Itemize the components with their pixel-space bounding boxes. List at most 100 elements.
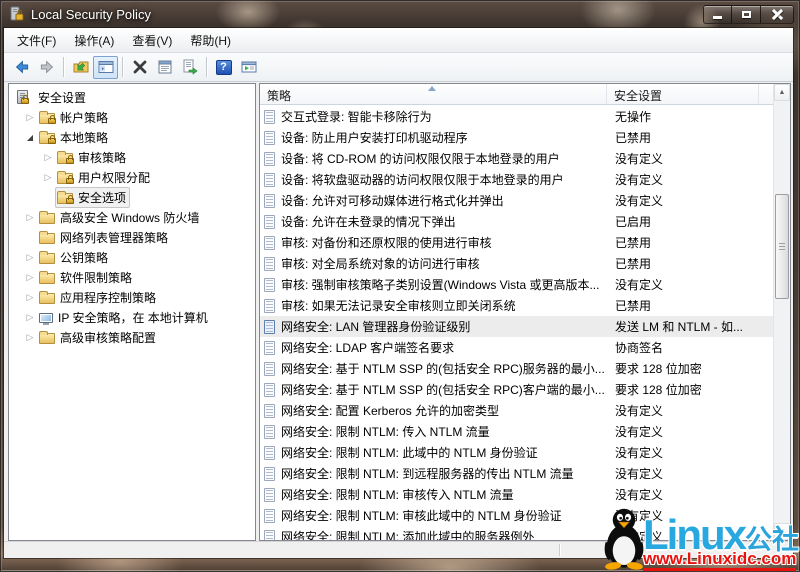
scrollbar-thumb[interactable] [775,194,789,299]
table-row[interactable]: 审核: 强制审核策略子类别设置(Windows Vista 或更高版本... 没… [260,274,773,295]
menu-item[interactable]: 操作(A) [65,29,123,52]
setting-cell: 已禁用 [615,257,652,271]
policy-document-icon [264,130,275,145]
tree-item[interactable]: 公钥策略 [9,247,255,267]
title-bar[interactable]: Local Security Policy [0,0,800,28]
forward-button[interactable] [34,56,59,79]
menu-item[interactable]: 文件(F) [8,29,65,52]
table-row[interactable]: 设备: 允许对可移动媒体进行格式化并弹出 没有定义 [260,190,773,211]
export-policy-button[interactable] [68,56,93,79]
setting-cell: 协商签名 [615,341,664,355]
policy-document-icon [264,298,275,313]
table-row[interactable]: 设备: 防止用户安装打印机驱动程序 已禁用 [260,127,773,148]
tree-item[interactable]: IP 安全策略，在 本地计算机 [9,307,255,327]
new-window-button[interactable] [236,56,261,79]
export-policy-icon [73,61,88,73]
show-console-tree-button[interactable] [93,55,118,79]
table-row[interactable]: 审核: 对全局系统对象的访问进行审核 已禁用 [260,253,773,274]
table-row[interactable]: 网络安全: 限制 NTLM: 审核传入 NTLM 流量 没有定义 [260,484,773,505]
export-list-button[interactable] [177,56,202,79]
tree-expander-icon[interactable] [41,173,55,182]
tree-node: 安全设置 [15,87,90,108]
policy-cell: 网络安全: LAN 管理器身份验证级别 [281,320,471,334]
close-button[interactable] [761,4,794,24]
tree-node: 本地策略 [37,127,112,148]
tree-item[interactable]: 用户权限分配 [9,167,255,187]
tree-expander-icon[interactable] [23,333,37,342]
table-row[interactable]: 网络安全: 限制 NTLM: 传入 NTLM 流量 没有定义 [260,421,773,442]
tree-item[interactable]: 高级安全 Windows 防火墙 [9,207,255,227]
tree-item[interactable]: 安全选项 [9,186,255,208]
tree-item[interactable]: 本地策略 [9,127,255,147]
table-row[interactable]: 审核: 如果无法记录安全审核则立即关闭系统 已禁用 [260,295,773,316]
properties-button[interactable] [152,56,177,79]
table-row[interactable]: 审核: 对备份和还原权限的使用进行审核 已禁用 [260,232,773,253]
tree-expander-icon[interactable] [23,113,37,122]
policy-document-icon [264,109,275,124]
tree-expander-icon[interactable] [23,273,37,282]
tree-expander-icon[interactable] [23,313,37,322]
table-row[interactable]: 网络安全: LDAP 客户端签名要求 协商签名 [260,337,773,358]
delete-icon [133,60,146,74]
tree-item[interactable]: 安全设置 [9,87,255,107]
tree-item-label: 公钥策略 [60,250,109,265]
table-row[interactable]: 设备: 将 CD-ROM 的访问权限仅限于本地登录的用户 没有定义 [260,148,773,169]
minimize-button[interactable] [703,4,732,24]
table-row[interactable]: 网络安全: 限制 NTLM: 此域中的 NTLM 身份验证 没有定义 [260,442,773,463]
policy-document-icon [264,256,275,271]
tree-expander-icon[interactable] [23,293,37,302]
tree-item[interactable]: 应用程序控制策略 [9,287,255,307]
table-row[interactable]: 网络安全: 基于 NTLM SSP 的(包括安全 RPC)客户端的最小... 要… [260,379,773,400]
delete-button[interactable] [127,56,152,79]
tree-item-icon [57,191,74,204]
tree-item[interactable]: 高级审核策略配置 [9,327,255,347]
scroll-up-button[interactable] [774,84,790,101]
menu-item[interactable]: 帮助(H) [181,29,240,52]
tree-node: 审核策略 [55,147,130,168]
tree-item-icon [57,171,74,184]
policy-cell: 网络安全: 限制 NTLM: 到远程服务器的传出 NTLM 流量 [281,467,574,481]
policy-document-icon [264,193,275,208]
table-row[interactable]: 交互式登录: 智能卡移除行为 无操作 [260,106,773,127]
setting-cell: 没有定义 [615,194,664,208]
tree-expander-icon[interactable] [41,153,55,162]
tree-item[interactable]: 网络列表管理器策略 [9,227,255,247]
tree-expander-icon[interactable] [23,133,37,142]
policy-document-icon [264,403,275,418]
policy-document-icon [264,424,275,439]
tree-item-icon [39,312,53,325]
back-button[interactable] [9,56,34,79]
tree-item[interactable]: 帐户策略 [9,107,255,127]
tux-penguin-icon [604,508,644,570]
lock-icon [66,175,74,184]
window-controls [703,4,794,24]
menu-bar: 文件(F) 操作(A) 查看(V) 帮助(H) [4,28,793,53]
table-row[interactable]: 设备: 将软盘驱动器的访问权限仅限于本地登录的用户 没有定义 [260,169,773,190]
menu-item[interactable]: 查看(V) [123,29,181,52]
table-row[interactable]: 网络安全: 基于 NTLM SSP 的(包括安全 RPC)服务器的最小... 要… [260,358,773,379]
tree-item[interactable]: 审核策略 [9,147,255,167]
setting-cell: 没有定义 [615,446,664,460]
setting-cell: 没有定义 [615,404,664,418]
help-button[interactable]: ? [211,56,236,79]
policy-document-icon [264,361,275,376]
column-header-setting[interactable]: 安全设置 [607,84,759,104]
maximize-button[interactable] [732,4,761,24]
table-row[interactable]: 网络安全: 限制 NTLM: 到远程服务器的传出 NTLM 流量 没有定义 [260,463,773,484]
table-row[interactable]: 网络安全: LAN 管理器身份验证级别 发送 LM 和 NTLM - 如... [260,316,773,337]
table-row[interactable]: 网络安全: 配置 Kerberos 允许的加密类型 没有定义 [260,400,773,421]
tree-expander-icon[interactable] [23,253,37,262]
watermark-brand: Linux公社 [643,514,799,556]
column-header-policy[interactable]: 策略 [260,84,607,104]
table-row[interactable]: 设备: 允许在未登录的情况下弹出 已启用 [260,211,773,232]
setting-cell: 已禁用 [615,236,652,250]
tree-item-icon [39,291,55,304]
watermark-url: www.Linuxidc.com [643,550,797,571]
tree-expander-icon[interactable] [23,213,37,222]
column-header-setting-label: 安全设置 [614,89,663,103]
policy-cell: 设备: 防止用户安装打印机驱动程序 [281,131,468,145]
tree-item[interactable]: 软件限制策略 [9,267,255,287]
policy-document-icon [264,445,275,460]
vertical-scrollbar[interactable] [773,84,790,540]
policy-document-icon [264,529,275,540]
